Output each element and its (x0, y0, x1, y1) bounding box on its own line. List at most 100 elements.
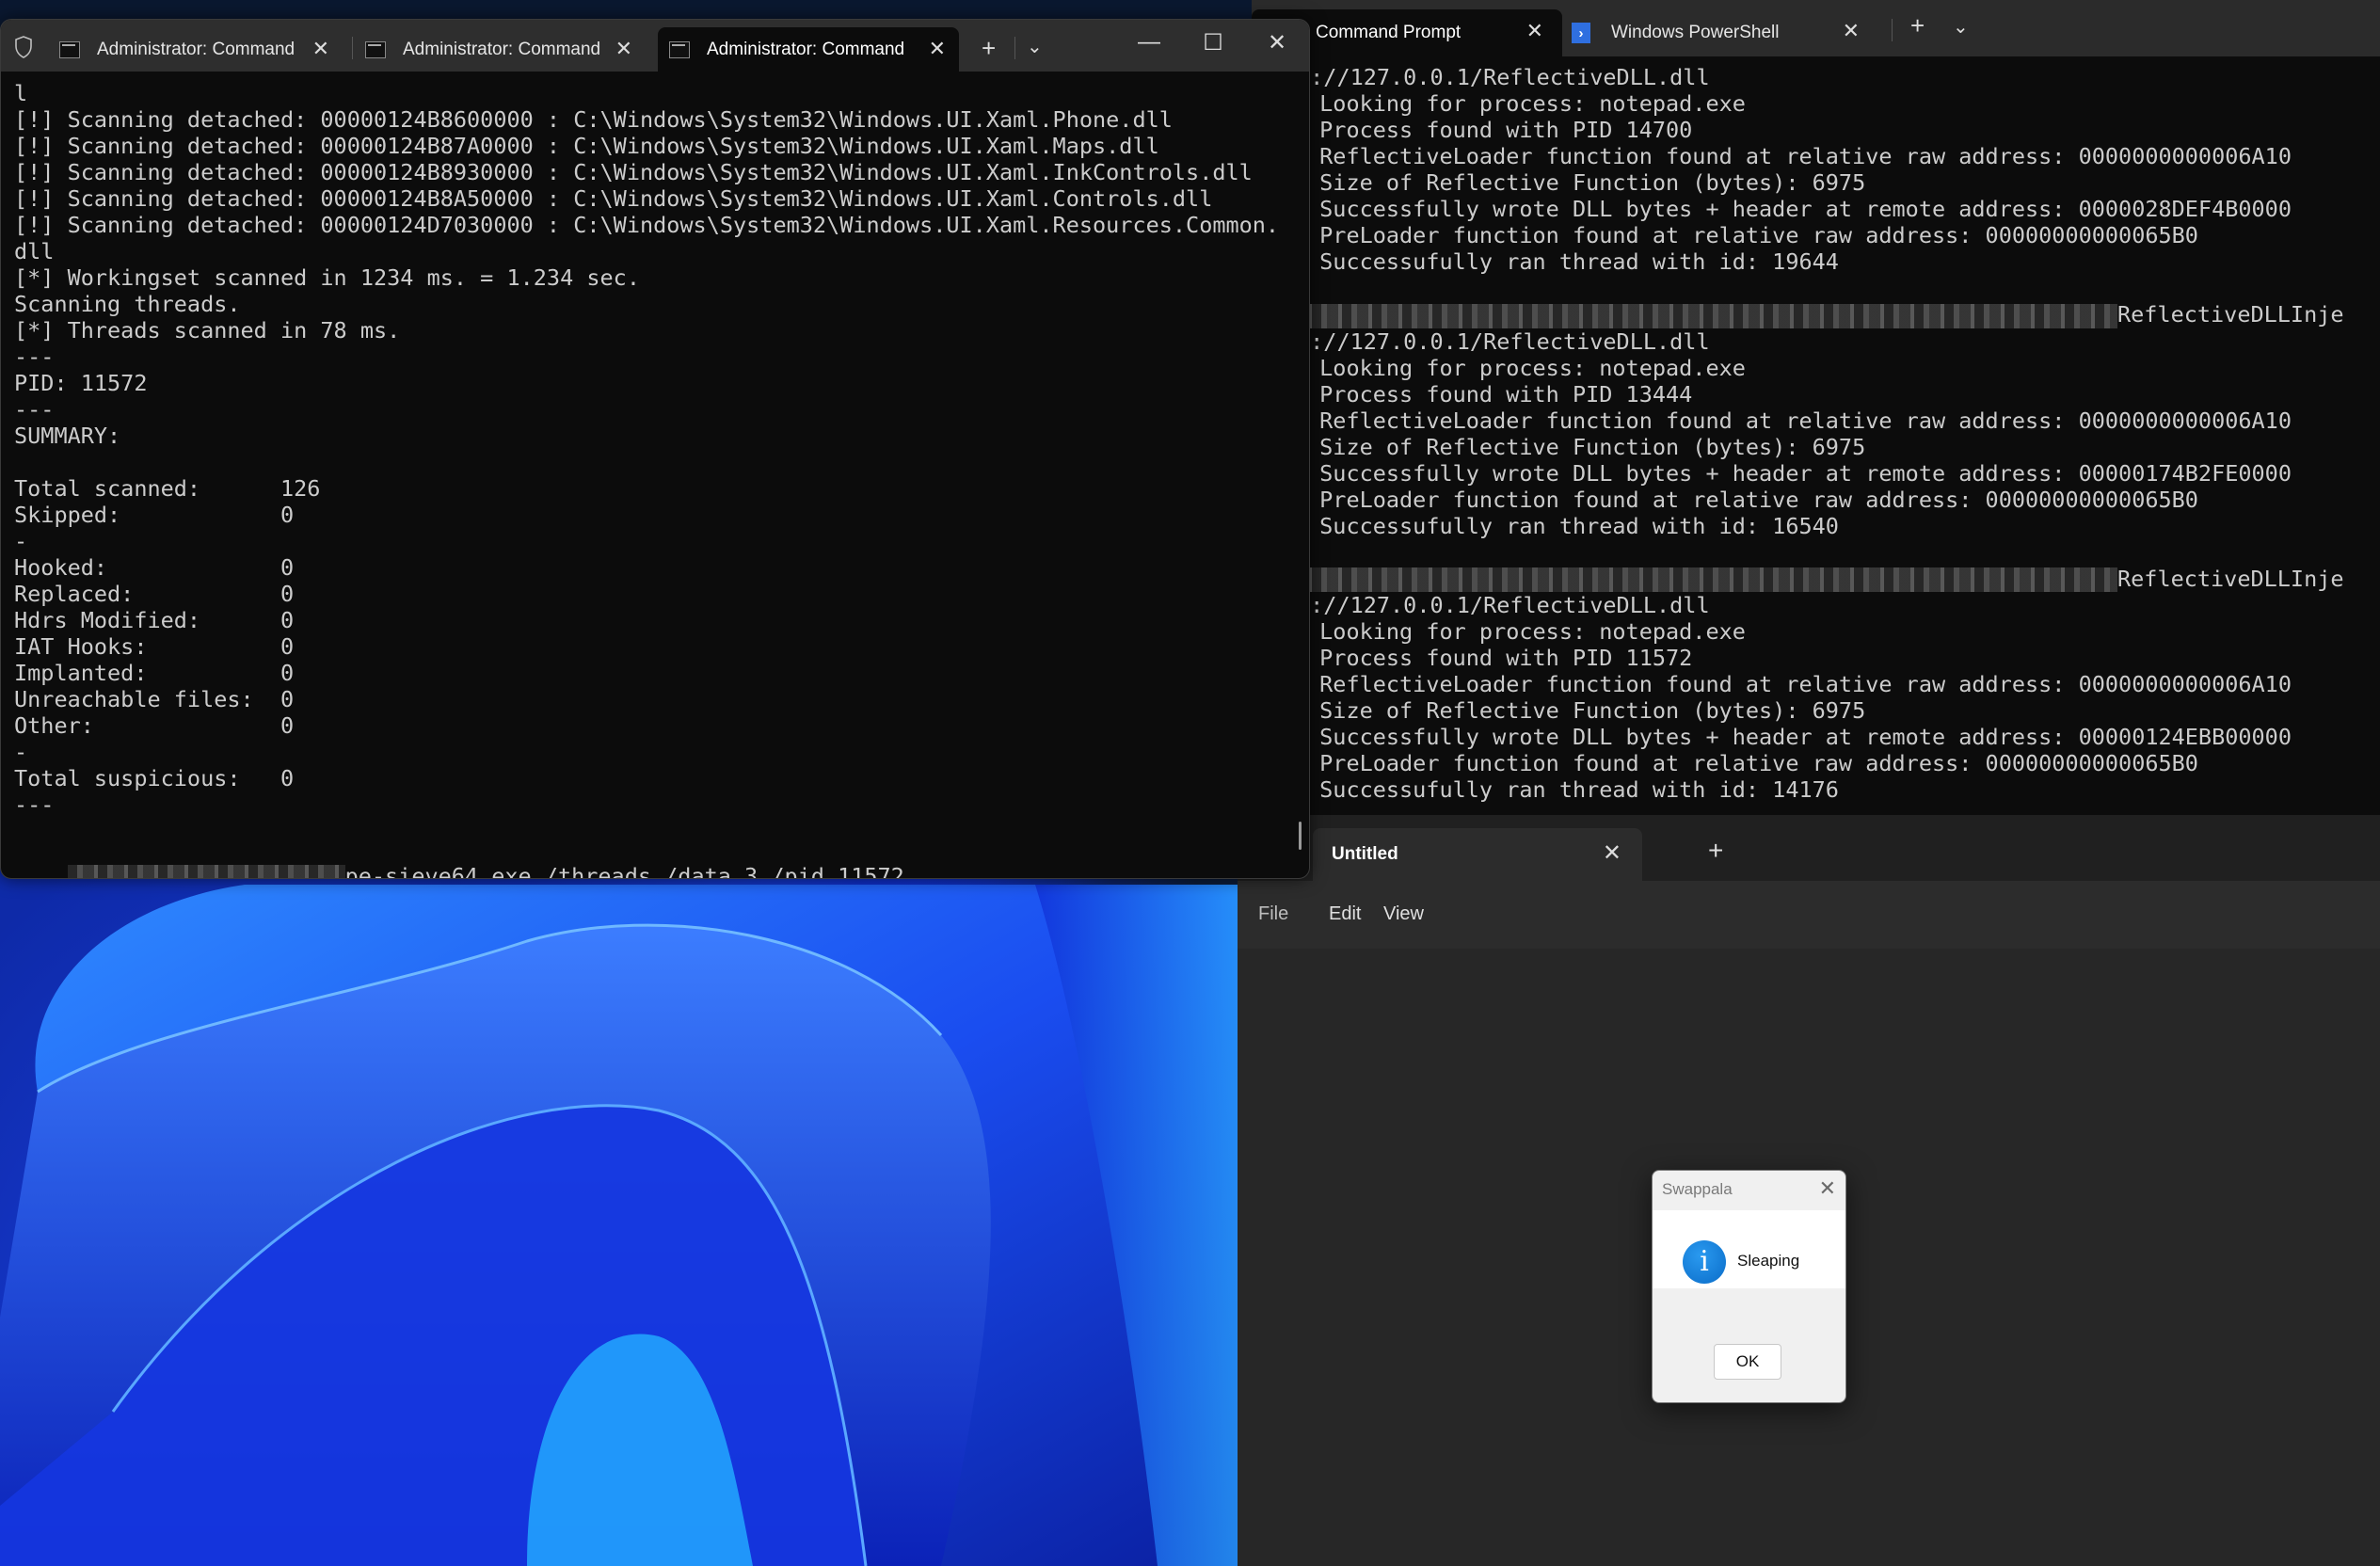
terminal-line: SUMMARY: (14, 423, 121, 449)
tab-title: Untitled (1332, 844, 1398, 864)
terminal-line: [*] Workingset scanned in 1234 ms. = 1.2… (14, 264, 640, 291)
left-terminal-output: l [!] Scanning detached: 00000124B8600000… (14, 80, 1290, 844)
right-terminal-titlebar: Command Prompt ✕ › Windows PowerShell ✕ … (1252, 0, 2380, 56)
ok-button[interactable]: OK (1714, 1344, 1781, 1380)
tab-label: Windows PowerShell (1611, 23, 1780, 42)
powershell-icon: › (1572, 23, 1590, 43)
tab-separator (352, 37, 353, 59)
terminal-line: ReflectiveLoader function found at relat… (1306, 407, 2292, 434)
terminal-line: - (14, 739, 28, 765)
menu-file[interactable]: File (1258, 903, 1288, 925)
terminal-command-line: ReflectiveDLLInje (1252, 565, 2380, 592)
command-text: ReflectiveDLLInje (2117, 301, 2344, 328)
tab-dropdown-icon[interactable]: ⌄ (1027, 35, 1043, 58)
close-tab-icon[interactable]: ✕ (929, 37, 946, 61)
terminal-line: Total scanned: 126 (14, 475, 321, 502)
terminal-line: ReflectiveLoader function found at relat… (1306, 143, 2292, 169)
terminal-line: [!] Scanning detached: 00000124B8A50000 … (14, 185, 1213, 212)
tab-dropdown-icon[interactable]: ⌄ (1953, 15, 1969, 39)
redacted-path (1252, 567, 2117, 592)
minimize-button[interactable]: — (1130, 29, 1168, 56)
close-window-button[interactable]: ✕ (1258, 29, 1296, 56)
dialog-body: i Sleaping (1653, 1210, 1845, 1288)
notepad-tab-untitled[interactable]: Untitled ✕ (1313, 828, 1642, 881)
terminal-line: PreLoader function found at relative raw… (1306, 222, 2198, 248)
terminal-line: p://127.0.0.1/ReflectiveDLL.dll (1297, 592, 1710, 618)
terminal-line: Size of Reflective Function (bytes): 697… (1306, 697, 1866, 724)
terminal-line: Unreachable files: 0 (14, 686, 295, 712)
close-tab-icon[interactable]: ✕ (1526, 19, 1543, 43)
maximize-button[interactable]: ☐ (1194, 29, 1232, 56)
terminal-line: Scanning threads. (14, 291, 241, 317)
command-text: ReflectiveDLLInje (2117, 565, 2344, 592)
terminal-line: Looking for process: notepad.exe (1306, 90, 1746, 117)
terminal-line: p://127.0.0.1/ReflectiveDLL.dll (1297, 64, 1710, 90)
scrollbar[interactable] (1299, 822, 1302, 850)
new-tab-button[interactable]: + (982, 34, 996, 63)
terminal-line: ReflectiveLoader function found at relat… (1306, 671, 2292, 697)
shield-icon (15, 36, 32, 58)
close-tab-icon[interactable]: ✕ (312, 37, 329, 61)
right-terminal-output: p://127.0.0.1/ReflectiveDLL.dll Looking … (1252, 64, 2380, 803)
menu-edit[interactable]: Edit (1329, 903, 1361, 925)
tab-windows-powershell[interactable]: › Windows PowerShell ✕ (1572, 9, 1873, 56)
terminal-line: [!] Scanning detached: 00000124B8930000 … (14, 159, 1253, 185)
terminal-line: Replaced: 0 (14, 581, 295, 607)
terminal-line: l (14, 80, 28, 106)
terminal-line: PreLoader function found at relative raw… (1306, 750, 2198, 776)
terminal-line: Process found with PID 14700 (1306, 117, 1693, 143)
terminal-line: Successufully ran thread with id: 16540 (1306, 512, 1839, 539)
close-tab-icon[interactable]: ✕ (615, 37, 632, 61)
menu-view[interactable]: View (1383, 903, 1424, 925)
terminal-line: --- (14, 791, 55, 818)
terminal-line: - (14, 528, 28, 554)
cmd-icon (59, 40, 80, 58)
notepad-menu-bar: File Edit View (1238, 881, 2380, 949)
terminal-command-line: ReflectiveDLLInje (1252, 301, 2380, 328)
terminal-line: IAT Hooks: 0 (14, 633, 295, 660)
terminal-line: Successfully wrote DLL bytes + header at… (1306, 196, 2292, 222)
new-tab-button[interactable]: + (1708, 836, 1723, 866)
swappala-message-dialog: Swappala ✕ i Sleaping OK (1652, 1170, 1846, 1403)
terminal-line: [!] Scanning detached: 00000124B87A0000 … (14, 133, 1159, 159)
right-terminal-window: Command Prompt ✕ › Windows PowerShell ✕ … (1252, 0, 2380, 815)
terminal-line: Size of Reflective Function (bytes): 697… (1306, 169, 1866, 196)
redacted-path (67, 864, 345, 878)
cmd-icon (669, 40, 690, 58)
command-prompt-line[interactable]: pe-sieve64.exe /threads /data 3 /pid 115… (14, 837, 904, 879)
close-tab-icon[interactable]: ✕ (1603, 839, 1621, 867)
tab-administrator-command-1[interactable]: Administrator: Command ✕ (46, 27, 343, 72)
terminal-line: Other: 0 (14, 712, 295, 739)
terminal-line: [*] Threads scanned in 78 ms. (14, 317, 401, 344)
left-terminal-titlebar: Administrator: Command ✕ Administrator: … (1, 20, 1309, 72)
notepad-tab-strip: Untitled ✕ + (1238, 815, 2380, 881)
info-icon: i (1683, 1240, 1726, 1284)
left-terminal-window: Administrator: Command ✕ Administrator: … (0, 19, 1310, 879)
tab-administrator-command-3[interactable]: Administrator: Command ✕ (658, 27, 959, 72)
prompt-command: pe-sieve64.exe /threads /data 3 /pid 115… (344, 863, 904, 879)
terminal-line: Process found with PID 13444 (1306, 380, 1693, 407)
close-tab-icon[interactable]: ✕ (1843, 19, 1860, 43)
terminal-line: [!] Scanning detached: 00000124D7030000 … (14, 212, 1280, 238)
dialog-message: Sleaping (1737, 1252, 1800, 1270)
terminal-line: Looking for process: notepad.exe (1306, 618, 1746, 645)
dialog-close-button[interactable]: ✕ (1819, 1176, 1836, 1201)
new-tab-button[interactable]: + (1910, 11, 1925, 40)
tab-separator (1014, 37, 1015, 59)
terminal-line: Hdrs Modified: 0 (14, 607, 295, 633)
tab-administrator-command-2[interactable]: Administrator: Command ✕ (354, 27, 646, 72)
terminal-line: --- (14, 396, 55, 423)
terminal-line: PID: 11572 (14, 370, 148, 396)
terminal-line: Process found with PID 11572 (1306, 645, 1693, 671)
terminal-line: dll (14, 238, 55, 264)
dialog-title: Swappala (1662, 1180, 1733, 1198)
terminal-line: Successfully wrote DLL bytes + header at… (1306, 459, 2292, 487)
tab-label: Administrator: Command (97, 39, 296, 59)
cmd-icon (365, 40, 386, 58)
terminal-line: Total suspicious: 0 (14, 765, 295, 791)
terminal-line: Looking for process: notepad.exe (1306, 354, 1746, 381)
tab-label: Administrator: Command (403, 39, 601, 59)
